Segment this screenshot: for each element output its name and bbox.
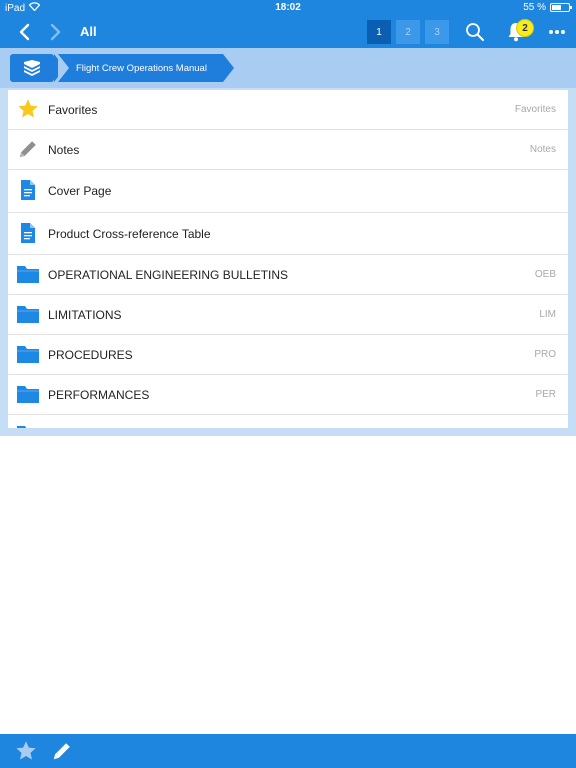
folder-icon [16,345,40,363]
folder-icon [16,385,40,403]
library-home-button[interactable] [10,54,65,82]
status-right: 55 % [523,2,572,13]
list-item-label: PROCEDURES [48,348,133,362]
list-item-code: Notes [529,144,556,155]
pencil-icon [16,138,40,160]
chevron-left-icon [19,23,30,41]
notification-badge: 2 [516,19,534,37]
list-item-label: Cover Page [48,184,112,198]
breadcrumb-item-manual[interactable]: Flight Crew Operations Manual [58,54,234,82]
forward-button[interactable] [44,20,68,44]
books-stack-icon [24,60,40,76]
folder-icon [16,305,40,323]
more-dots-icon [549,30,565,34]
favorites-button[interactable] [14,739,38,763]
breadcrumb: Flight Crew Operations Manual [0,48,576,88]
breadcrumb-label: Flight Crew Operations Manual [76,62,207,74]
list-item-performances[interactable]: PERFORMANCES PER [8,375,568,415]
star-icon [16,741,36,760]
list-item-code: Favorites [514,104,556,115]
bottom-toolbar [0,734,576,768]
pencil-icon [53,743,70,760]
toolbar-title: All [80,24,97,39]
page-button-3[interactable]: 3 [425,20,449,44]
document-icon [16,223,40,243]
battery-percent: 55 % [523,2,546,13]
top-toolbar: All 1 2 3 2 [0,16,576,48]
document-icon [16,180,40,200]
manual-list[interactable]: Favorites Favorites Notes Notes Cover Pa… [8,90,568,428]
list-item-favorites[interactable]: Favorites Favorites [8,90,568,130]
list-item-label: OPERATIONAL ENGINEERING BULLETINS [48,268,289,282]
list-item-code: LIM [539,309,556,320]
folder-icon [16,265,40,283]
list-item-product-cross-reference[interactable]: Product Cross-reference Table [8,213,568,255]
search-button[interactable] [462,20,488,44]
list-item-code: OEB [534,269,556,280]
back-button[interactable] [12,20,36,44]
battery-icon [550,3,572,12]
list-item-procedures[interactable]: PROCEDURES PRO [8,335,568,375]
list-item-label: Notes [48,143,80,157]
list-item-code: PRO [534,349,556,360]
notes-button[interactable] [50,739,74,763]
folder-icon [16,425,40,428]
list-item-label: PERFORMANCES [48,388,150,402]
list-panel: Favorites Favorites Notes Notes Cover Pa… [0,88,576,436]
page-button-2[interactable]: 2 [396,20,420,44]
list-item-notes[interactable]: Notes Notes [8,130,568,170]
chevron-right-icon [50,23,61,41]
list-item-label: LIMITATIONS [48,308,122,322]
list-item-limitations[interactable]: LIMITATIONS LIM [8,295,568,335]
list-item-label: Product Cross-reference Table [48,227,211,241]
status-bar: iPad 18:02 55 % [0,0,576,16]
page-button-1[interactable]: 1 [367,20,391,44]
list-item-label: Favorites [48,103,98,117]
list-item-oeb[interactable]: OPERATIONAL ENGINEERING BULLETINS OEB [8,255,568,295]
status-time: 18:02 [275,2,301,13]
list-item-partial[interactable] [8,415,568,428]
more-button[interactable] [544,20,570,44]
list-item-cover-page[interactable]: Cover Page [8,170,568,213]
search-icon [466,23,484,41]
star-icon [16,98,40,120]
list-item-code: PER [535,389,556,400]
